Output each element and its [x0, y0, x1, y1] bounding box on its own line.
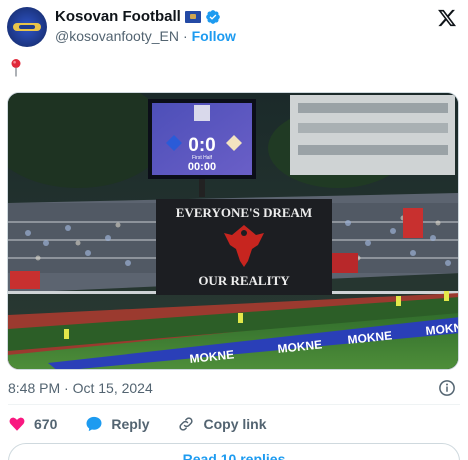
avatar-logo-inner [19, 25, 35, 29]
x-logo-icon[interactable] [436, 8, 458, 28]
post-header: Kosovan Football @kosovanfooty_EN · Foll… [0, 0, 468, 56]
like-button[interactable]: 670 [8, 415, 57, 433]
read-replies-button[interactable]: Read 10 replies [8, 443, 460, 460]
post-timestamp[interactable]: 8:48 PM · Oct 15, 2024 [8, 380, 153, 396]
banner-bottom-text: OUR REALITY [198, 273, 290, 288]
pin-icon [11, 59, 21, 77]
author-handle[interactable]: @kosovanfooty_EN [55, 28, 179, 44]
scoreboard-time: 00:00 [188, 161, 216, 173]
scoreboard-score: 0:0 [188, 135, 215, 156]
follow-button[interactable]: Follow [192, 28, 236, 44]
action-bar: 670 Reply Copy link [8, 413, 295, 435]
author-name-row: Kosovan Football [55, 8, 221, 25]
info-icon[interactable] [438, 379, 456, 397]
post-media-image[interactable]: 0:0 First Half 00:00 EVERYONE'S DREAM OU… [7, 92, 459, 370]
reply-icon [86, 416, 102, 432]
reply-label: Reply [111, 416, 150, 432]
banner-top-text: EVERYONE'S DREAM [176, 205, 312, 220]
heart-icon [9, 417, 25, 431]
verified-icon [206, 9, 220, 24]
copy-link-label: Copy link [203, 416, 267, 432]
avatar[interactable] [7, 7, 47, 47]
author-handle-row: @kosovanfooty_EN · Follow [55, 28, 236, 44]
reply-button[interactable]: Reply [85, 415, 149, 433]
link-icon [179, 417, 194, 431]
divider [8, 404, 460, 405]
author-display-name[interactable]: Kosovan Football [55, 8, 181, 25]
stadium-photo: 0:0 First Half 00:00 EVERYONE'S DREAM OU… [8, 93, 458, 369]
kosovo-flag-icon [184, 10, 201, 23]
like-count: 670 [34, 416, 58, 432]
copy-link-button[interactable]: Copy link [177, 415, 267, 433]
handle-separator: · [182, 28, 188, 44]
